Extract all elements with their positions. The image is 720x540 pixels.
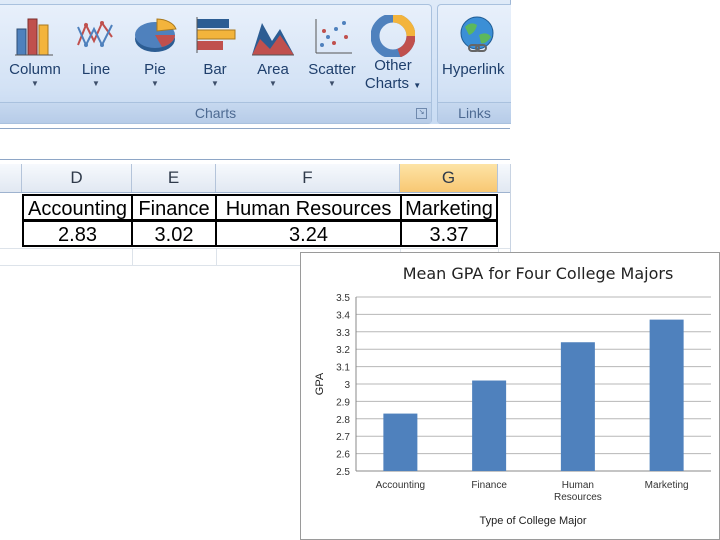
y-tick-label: 3.3	[336, 328, 350, 339]
x-tick-label: Accounting	[376, 480, 425, 491]
line-dropdown-icon: ▼	[92, 79, 100, 88]
y-axis-title: GPA	[314, 372, 326, 395]
other-label-line2-row: Charts ▼	[362, 75, 424, 95]
y-tick-label: 2.9	[336, 397, 350, 408]
bar-2	[472, 380, 507, 471]
dialog-launcher-icon[interactable]: ↘	[416, 108, 427, 119]
scatter-label: Scatter	[308, 61, 356, 78]
column-header-next[interactable]	[498, 164, 510, 192]
formula-bar[interactable]	[0, 128, 510, 160]
y-tick-label: 2.6	[336, 450, 350, 461]
hyperlink-button[interactable]: Hyperlink	[442, 9, 512, 101]
column-gridline	[216, 248, 217, 266]
column-label: Column	[9, 61, 61, 78]
pie-chart-icon	[135, 18, 177, 52]
bar-chart-icon	[196, 17, 236, 53]
column-header-e[interactable]: E	[132, 164, 216, 192]
column-header-g[interactable]: G	[400, 164, 498, 192]
x-tick-label: Marketing	[645, 480, 689, 491]
pie-label: Pie	[144, 61, 166, 78]
pie-chart-button[interactable]: Pie ▼	[128, 9, 182, 101]
scatter-dropdown-icon: ▼	[328, 79, 336, 88]
y-tick-label: 3.5	[336, 293, 350, 304]
ribbon: Column ▼ Line ▼ Pie ▼ Bar ▼ Area ▼ Scatt…	[0, 0, 511, 124]
bar-chart: Mean GPA for Four College Majors 2.5 2.6 2.…	[314, 264, 711, 527]
bar-chart-button[interactable]: Bar ▼	[188, 9, 242, 101]
other-charts-button[interactable]: Other Charts ▼	[362, 9, 424, 101]
column-header-d[interactable]: D	[22, 164, 132, 192]
other-label-line2: Charts	[364, 75, 410, 92]
bar-1	[383, 413, 418, 471]
other-label-line1: Other	[374, 57, 412, 74]
bar-dropdown-icon: ▼	[211, 79, 219, 88]
spreadsheet-grid: D E F G Accounting Finance Human Resourc…	[0, 164, 511, 266]
y-tick-label: 3	[344, 380, 350, 391]
chart-title: Mean GPA for Four College Majors	[403, 264, 674, 283]
column-dropdown-icon: ▼	[31, 79, 39, 88]
x-tick-label: Resources	[554, 492, 602, 503]
x-axis-title: Type of College Major	[480, 515, 587, 527]
hyperlink-globe-icon	[460, 16, 494, 52]
scatter-chart-icon	[315, 19, 352, 54]
links-group: Hyperlink Links	[437, 4, 511, 124]
y-tick-label: 3.2	[336, 345, 350, 356]
area-label: Area	[257, 61, 289, 78]
cell-g-value[interactable]: 3.37	[400, 220, 498, 247]
x-tick-label: Finance	[471, 480, 507, 491]
links-group-label: Links	[438, 102, 511, 123]
y-tick-label: 3.4	[336, 310, 350, 321]
column-chart-button[interactable]: Column ▼	[4, 9, 66, 101]
cell-g-header[interactable]: Marketing	[400, 194, 498, 221]
cell-e-header[interactable]: Finance	[131, 194, 217, 221]
cell-e-value[interactable]: 3.02	[131, 220, 217, 247]
bar-3	[560, 342, 595, 471]
column-header-row: D E F G	[0, 164, 510, 193]
charts-group-label: Charts	[0, 102, 431, 123]
other-dropdown-icon: ▼	[413, 81, 422, 90]
y-tick-label: 3.1	[336, 363, 350, 374]
cell-d-value[interactable]: 2.83	[22, 220, 133, 247]
y-tick-label: 2.8	[336, 415, 350, 426]
charts-group: Column ▼ Line ▼ Pie ▼ Bar ▼ Area ▼ Scatt…	[0, 4, 432, 124]
cell-d-header[interactable]: Accounting	[22, 194, 133, 221]
cell-f-value[interactable]: 3.24	[215, 220, 402, 247]
area-chart-button[interactable]: Area ▼	[246, 9, 300, 101]
y-tick-label: 2.7	[336, 432, 350, 443]
line-chart-icon	[77, 20, 113, 48]
column-header-f[interactable]: F	[216, 164, 400, 192]
line-label: Line	[81, 61, 111, 78]
scatter-chart-button[interactable]: Scatter ▼	[304, 9, 360, 101]
bar-4	[649, 319, 684, 471]
doughnut-chart-icon	[371, 15, 415, 57]
column-gridline	[132, 248, 133, 266]
area-chart-icon	[252, 23, 294, 56]
hyperlink-label: Hyperlink	[442, 61, 505, 78]
line-chart-button[interactable]: Line ▼	[70, 9, 122, 101]
x-tick-label: Human	[562, 480, 594, 491]
embedded-chart[interactable]: Mean GPA for Four College Majors 2.5 2.6 2.…	[300, 252, 720, 540]
y-tick-label: 2.5	[336, 467, 350, 478]
cell-f-header[interactable]: Human Resources	[215, 194, 402, 221]
column-chart-icon	[15, 18, 53, 56]
area-dropdown-icon: ▼	[269, 79, 277, 88]
bar-label: Bar	[203, 61, 227, 78]
column-header-partial[interactable]	[0, 164, 22, 192]
row-gridline	[0, 248, 510, 249]
pie-dropdown-icon: ▼	[151, 79, 159, 88]
